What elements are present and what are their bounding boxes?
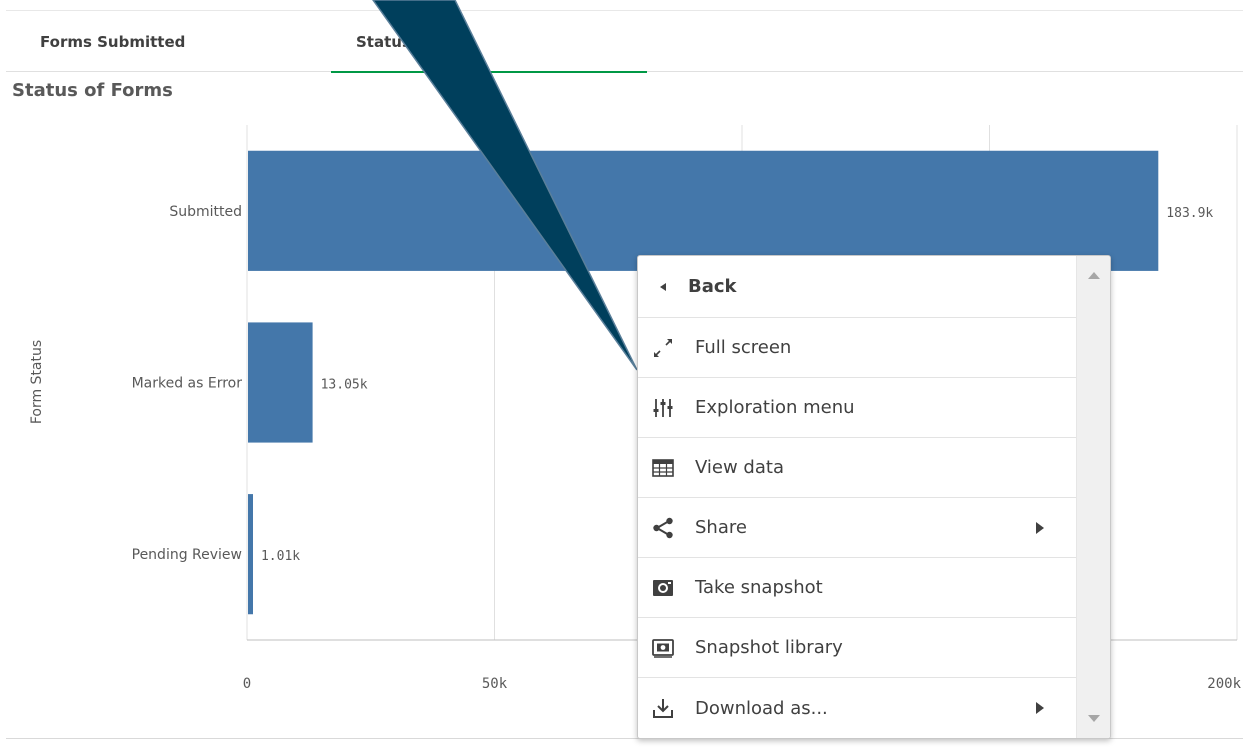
download-icon [652, 697, 674, 719]
scroll-down-icon[interactable] [1088, 715, 1100, 722]
menu-item-label: View data [695, 457, 784, 478]
context-menu-list: Back Full screen Exploration menu View d… [638, 256, 1076, 738]
menu-item-label: Take snapshot [695, 577, 823, 598]
table-icon [652, 457, 674, 479]
category-label: Marked as Error [132, 376, 243, 392]
x-tick-label: 200k [1207, 676, 1241, 692]
bar[interactable] [248, 494, 253, 615]
data-label: 183.9k [1166, 206, 1213, 221]
menu-item-full-screen[interactable]: Full screen [638, 318, 1076, 378]
menu-item-label: Snapshot library [695, 637, 843, 658]
submenu-arrow-icon [1036, 521, 1044, 534]
back-arrow-icon [652, 276, 674, 298]
menu-item-download-as[interactable]: Download as... [638, 678, 1076, 738]
bar[interactable] [248, 322, 313, 443]
menu-item-label: Share [695, 517, 747, 538]
submenu-arrow-icon [1036, 702, 1044, 714]
category-label: Submitted [169, 204, 242, 220]
category-label: Pending Review [132, 547, 242, 563]
y-axis-title: Form Status [29, 340, 45, 424]
menu-item-snapshot-library[interactable]: Snapshot library [638, 618, 1076, 678]
menu-item-label: Back [688, 276, 737, 297]
x-tick-label: 50k [482, 676, 508, 692]
menu-item-take-snapshot[interactable]: Take snapshot [638, 558, 1076, 618]
menu-item-view-data[interactable]: View data [638, 438, 1076, 498]
menu-item-exploration-menu[interactable]: Exploration menu [638, 378, 1076, 438]
x-tick-label: 0 [243, 676, 251, 692]
context-menu: Back Full screen Exploration menu View d… [637, 255, 1111, 739]
app-root: Forms Submitted Status Status of Forms S… [0, 0, 1243, 748]
camera-icon [652, 577, 674, 599]
snapshot-library-icon [652, 637, 674, 659]
menu-item-label: Download as... [695, 697, 828, 719]
share-icon [652, 517, 674, 539]
data-label: 13.05k [321, 378, 368, 393]
exploration-sliders-icon [652, 397, 674, 419]
fullscreen-icon [652, 337, 674, 359]
menu-item-back[interactable]: Back [638, 256, 1076, 318]
menu-item-share[interactable]: Share [638, 498, 1076, 558]
bar[interactable] [248, 150, 1159, 271]
menu-scrollbar[interactable] [1076, 256, 1110, 738]
scroll-up-icon[interactable] [1088, 272, 1100, 279]
menu-item-label: Exploration menu [695, 397, 855, 418]
menu-item-label: Full screen [695, 337, 792, 358]
data-label: 1.01k [261, 549, 300, 564]
